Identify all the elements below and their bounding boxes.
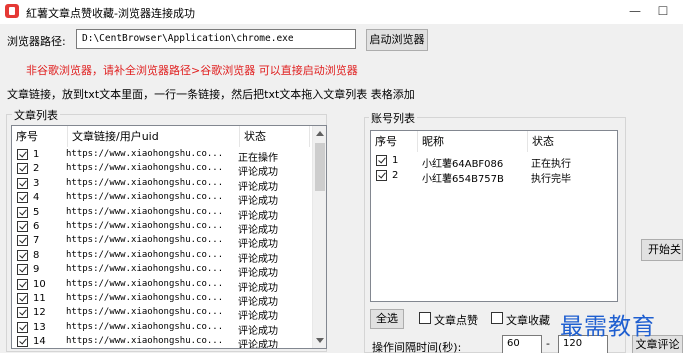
warning-text: 非谷歌浏览器，请补全浏览器路径>谷歌浏览器 可以直接启动浏览器 xyxy=(26,64,358,77)
row-index: 4 xyxy=(33,192,40,204)
window-title: 紅薯文章点赞收藏-浏览器连接成功 xyxy=(26,7,195,20)
row-link: https://www.xiaohongshu.co... xyxy=(66,163,224,174)
row-link: https://www.xiaohongshu.co... xyxy=(66,264,224,275)
select-all-button[interactable]: 全选 xyxy=(370,309,404,329)
row-status: 评论成功 xyxy=(238,340,278,349)
row-link: https://www.xiaohongshu.co... xyxy=(66,278,224,289)
maximize-icon[interactable]: ☐ xyxy=(653,2,673,20)
article-col-link[interactable]: 文章链接/用户uid xyxy=(68,126,240,147)
row-checkbox[interactable] xyxy=(17,163,28,175)
table-row[interactable]: 11 https://www.xiaohongshu.co... 评论成功 xyxy=(12,292,326,308)
row-checkbox[interactable] xyxy=(17,206,28,218)
row-index: 1 xyxy=(392,155,399,166)
table-row[interactable]: 9 https://www.xiaohongshu.co... 评论成功 xyxy=(12,263,326,279)
row-index: 5 xyxy=(33,206,40,218)
row-checkbox[interactable] xyxy=(17,321,28,333)
row-index: 12 xyxy=(33,307,46,319)
article-col-index[interactable]: 序号 xyxy=(12,126,68,147)
scroll-up-icon[interactable] xyxy=(316,131,324,136)
table-row[interactable]: 10 https://www.xiaohongshu.co... 评论成功 xyxy=(12,278,326,294)
article-list-title: 文章列表 xyxy=(12,107,60,123)
table-row[interactable]: 5 https://www.xiaohongshu.co... 评论成功 xyxy=(12,206,326,222)
table-row[interactable]: 7 https://www.xiaohongshu.co... 评论成功 xyxy=(12,234,326,250)
table-row[interactable]: 2 https://www.xiaohongshu.co... 评论成功 xyxy=(12,162,326,178)
launch-browser-button[interactable]: 启动浏览器 xyxy=(366,29,428,51)
account-col-nickname[interactable]: 昵称 xyxy=(418,131,528,152)
article-col-status[interactable]: 状态 xyxy=(240,126,310,147)
row-link: https://www.xiaohongshu.co... xyxy=(66,149,224,159)
row-checkbox[interactable] xyxy=(17,278,28,290)
row-index: 2 xyxy=(33,163,40,175)
row-checkbox[interactable] xyxy=(17,249,28,261)
table-row[interactable]: 6 https://www.xiaohongshu.co... 评论成功 xyxy=(12,220,326,236)
table-row[interactable]: 12 https://www.xiaohongshu.co... 评论成功 xyxy=(12,306,326,322)
watermark-text: 最需教育 xyxy=(560,314,656,340)
account-list-table[interactable]: 序号 昵称 状态 1 小红薯64ABF086 正在执行 2 小红薯654B757B 执行完… xyxy=(370,130,618,302)
table-row[interactable]: 1 https://www.xiaohongshu.co... 正在操作 xyxy=(12,148,326,164)
browser-path-label: 浏览器路径: xyxy=(7,35,66,48)
like-article-label[interactable]: 文章点赞 xyxy=(434,312,478,328)
like-article-checkbox[interactable] xyxy=(419,312,431,324)
row-index: 3 xyxy=(33,177,40,189)
interval-separator: - xyxy=(546,337,550,350)
minimize-icon[interactable]: — xyxy=(625,2,645,20)
row-link: https://www.xiaohongshu.co... xyxy=(66,307,224,318)
table-row[interactable]: 14 https://www.xiaohongshu.co... 评论成功 xyxy=(12,335,326,349)
row-checkbox[interactable] xyxy=(17,177,28,189)
row-link: https://www.xiaohongshu.co... xyxy=(66,177,224,188)
row-checkbox[interactable] xyxy=(17,264,28,276)
row-index: 11 xyxy=(33,293,46,304)
account-col-status[interactable]: 状态 xyxy=(528,131,617,152)
row-link: https://www.xiaohongshu.co... xyxy=(66,321,224,332)
browser-path-input[interactable]: D:\CentBrowser\Application\chrome.exe xyxy=(76,29,356,49)
row-link: https://www.xiaohongshu.co... xyxy=(66,206,224,217)
article-list-scrollbar[interactable] xyxy=(312,126,326,348)
row-link: https://www.xiaohongshu.co... xyxy=(66,293,224,303)
row-checkbox[interactable] xyxy=(17,235,28,247)
article-list-table[interactable]: 序号 文章链接/用户uid 状态 1 https://www.xiaohongsh… xyxy=(11,125,327,349)
interval-label: 操作间隔时间(秒): xyxy=(372,341,462,353)
table-row[interactable]: 4 https://www.xiaohongshu.co... 评论成功 xyxy=(12,191,326,207)
row-link: https://www.xiaohongshu.co... xyxy=(66,192,224,203)
row-nickname: 小红薯654B757B xyxy=(422,173,504,185)
row-checkbox[interactable] xyxy=(17,149,28,160)
title-bar: 紅薯文章点赞收藏-浏览器连接成功 — ☐ xyxy=(0,0,683,24)
row-checkbox[interactable] xyxy=(17,307,28,319)
row-status: 执行完毕 xyxy=(531,173,571,185)
table-row[interactable]: 2 小红薯654B757B 执行完毕 xyxy=(371,169,617,185)
row-checkbox[interactable] xyxy=(376,169,387,181)
row-checkbox[interactable] xyxy=(17,221,28,232)
row-index: 1 xyxy=(33,149,40,160)
row-checkbox[interactable] xyxy=(17,336,28,348)
account-col-index[interactable]: 序号 xyxy=(371,131,418,152)
row-index: 9 xyxy=(33,264,40,276)
row-index: 14 xyxy=(33,336,46,348)
row-index: 6 xyxy=(33,221,40,232)
collect-article-checkbox[interactable] xyxy=(491,312,503,324)
row-link: https://www.xiaohongshu.co... xyxy=(66,235,224,246)
row-link: https://www.xiaohongshu.co... xyxy=(66,249,224,260)
table-row[interactable]: 13 https://www.xiaohongshu.co... 评论成功 xyxy=(12,321,326,337)
row-checkbox[interactable] xyxy=(17,293,28,304)
row-link: https://www.xiaohongshu.co... xyxy=(66,221,224,231)
table-row[interactable]: 1 小红薯64ABF086 正在执行 xyxy=(371,154,617,170)
row-index: 7 xyxy=(33,235,40,247)
row-index: 10 xyxy=(33,278,46,290)
scroll-down-icon[interactable] xyxy=(316,338,324,343)
collect-article-label[interactable]: 文章收藏 xyxy=(506,312,550,328)
row-index: 2 xyxy=(392,169,399,181)
app-icon xyxy=(5,4,19,18)
row-checkbox[interactable] xyxy=(17,192,28,204)
scroll-thumb[interactable] xyxy=(315,143,325,191)
row-index: 8 xyxy=(33,249,40,261)
interval-min-input[interactable]: 60 xyxy=(502,335,542,353)
start-button[interactable]: 开始关 xyxy=(641,239,683,261)
account-list-title: 账号列表 xyxy=(369,110,417,126)
table-row[interactable]: 3 https://www.xiaohongshu.co... 评论成功 xyxy=(12,177,326,193)
row-index: 13 xyxy=(33,321,46,333)
table-row[interactable]: 8 https://www.xiaohongshu.co... 评论成功 xyxy=(12,249,326,265)
instructions-text: 文章链接，放到txt文本里面，一行一条链接，然后把txt文本拖入文章列表 表格添… xyxy=(7,88,415,101)
row-link: https://www.xiaohongshu.co... xyxy=(66,336,224,347)
row-checkbox[interactable] xyxy=(376,155,387,166)
